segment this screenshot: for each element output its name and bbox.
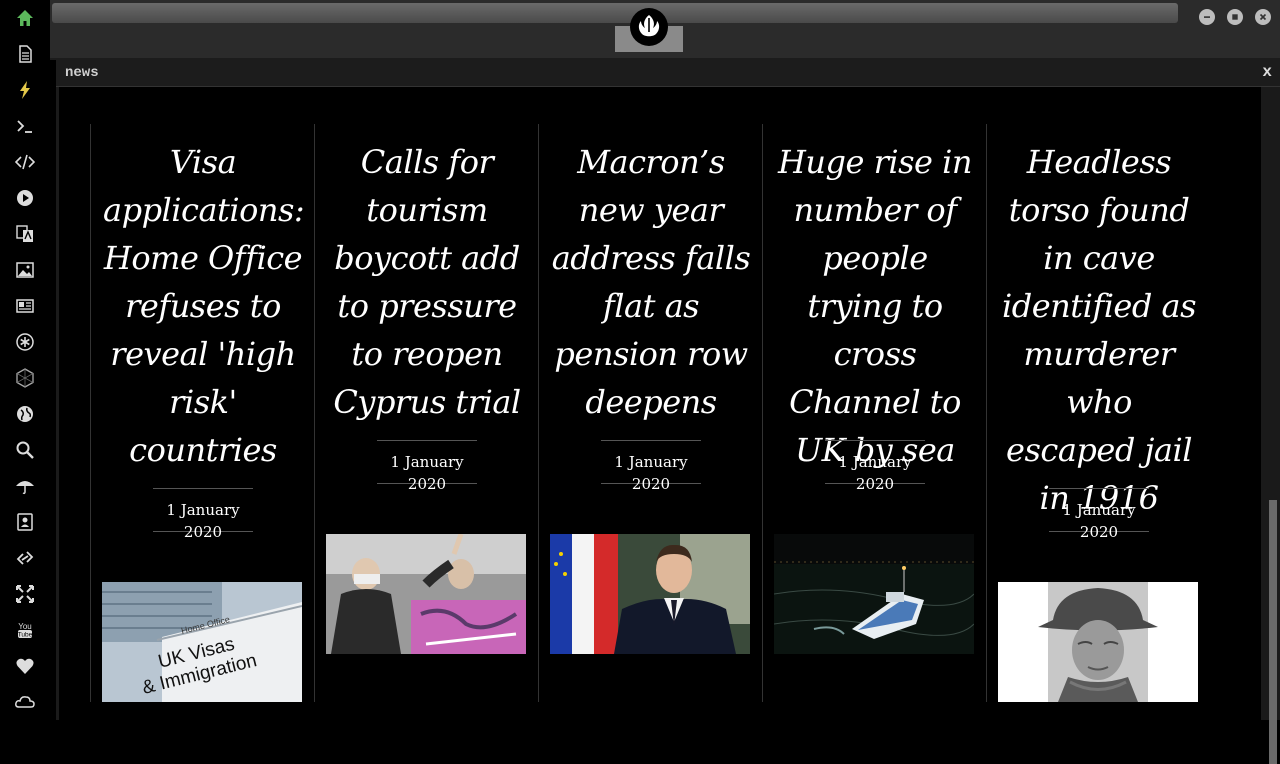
translate-icon[interactable] bbox=[13, 222, 37, 246]
article-image[interactable]: Home Office UK Visas & Immigration bbox=[102, 582, 302, 702]
news-article[interactable]: Visa applications: Home Office refuses t… bbox=[90, 124, 315, 702]
home-icon[interactable] bbox=[13, 6, 37, 30]
youtube-icon[interactable]: You Tube bbox=[13, 618, 37, 642]
article-image[interactable] bbox=[326, 534, 526, 654]
news-article[interactable]: Macron’s new year address falls flat as … bbox=[538, 124, 763, 702]
article-title[interactable]: Visa applications: Home Office refuses t… bbox=[103, 138, 305, 474]
code-icon[interactable] bbox=[13, 150, 37, 174]
expand-icon[interactable] bbox=[13, 582, 37, 606]
link-icon[interactable] bbox=[13, 546, 37, 570]
panel-header: news x bbox=[56, 60, 1280, 87]
cloud-icon[interactable] bbox=[13, 690, 37, 714]
article-date: 1 January 2020 bbox=[601, 440, 701, 493]
rebel-alliance-logo-icon[interactable] bbox=[630, 8, 668, 46]
article-image[interactable] bbox=[774, 534, 974, 654]
news-article[interactable]: Huge rise in number of people trying to … bbox=[762, 124, 987, 702]
sidebar: You Tube bbox=[0, 0, 50, 720]
newspaper-icon[interactable] bbox=[13, 294, 37, 318]
news-article[interactable]: Headless torso found in cave identified … bbox=[986, 124, 1211, 702]
settings-asterisk-icon[interactable] bbox=[13, 330, 37, 354]
maximize-button[interactable] bbox=[1227, 9, 1243, 25]
hexagon-icon[interactable] bbox=[13, 366, 37, 390]
article-title[interactable]: Headless torso found in cave identified … bbox=[999, 138, 1199, 522]
news-article[interactable]: Calls for tourism boycott add to pressur… bbox=[314, 124, 539, 702]
heart-icon[interactable] bbox=[13, 654, 37, 678]
panel-close-button[interactable]: x bbox=[1262, 63, 1272, 81]
document-icon[interactable] bbox=[13, 42, 37, 66]
svg-text:Tube: Tube bbox=[18, 632, 33, 639]
article-title[interactable]: Calls for tourism boycott add to pressur… bbox=[327, 138, 527, 426]
minimize-button[interactable] bbox=[1199, 9, 1215, 25]
address-bar[interactable] bbox=[52, 3, 1178, 23]
news-panel: news x Visa applications: Home Office re… bbox=[56, 60, 1280, 764]
close-window-button[interactable] bbox=[1255, 9, 1271, 25]
article-date: 1 January 2020 bbox=[377, 440, 477, 493]
globe-icon[interactable] bbox=[13, 402, 37, 426]
bolt-icon[interactable] bbox=[13, 78, 37, 102]
article-title[interactable]: Huge rise in number of people trying to … bbox=[775, 138, 975, 474]
search-icon[interactable] bbox=[13, 438, 37, 462]
panel-title: news bbox=[65, 65, 99, 81]
article-title[interactable]: Macron’s new year address falls flat as … bbox=[551, 138, 751, 426]
article-image[interactable] bbox=[550, 534, 750, 654]
umbrella-icon[interactable] bbox=[13, 474, 37, 498]
top-bar bbox=[50, 0, 1280, 60]
terminal-icon[interactable] bbox=[13, 114, 37, 138]
play-icon[interactable] bbox=[13, 186, 37, 210]
image-icon[interactable] bbox=[13, 258, 37, 282]
article-date: 1 January 2020 bbox=[153, 488, 253, 541]
article-image[interactable] bbox=[998, 582, 1198, 702]
svg-text:You: You bbox=[18, 622, 32, 631]
article-date: 1 January 2020 bbox=[1049, 488, 1149, 541]
contacts-icon[interactable] bbox=[13, 510, 37, 534]
article-date: 1 January 2020 bbox=[825, 440, 925, 493]
scrollbar-thumb[interactable] bbox=[1269, 500, 1277, 764]
news-list: Visa applications: Home Office refuses t… bbox=[59, 87, 1261, 720]
